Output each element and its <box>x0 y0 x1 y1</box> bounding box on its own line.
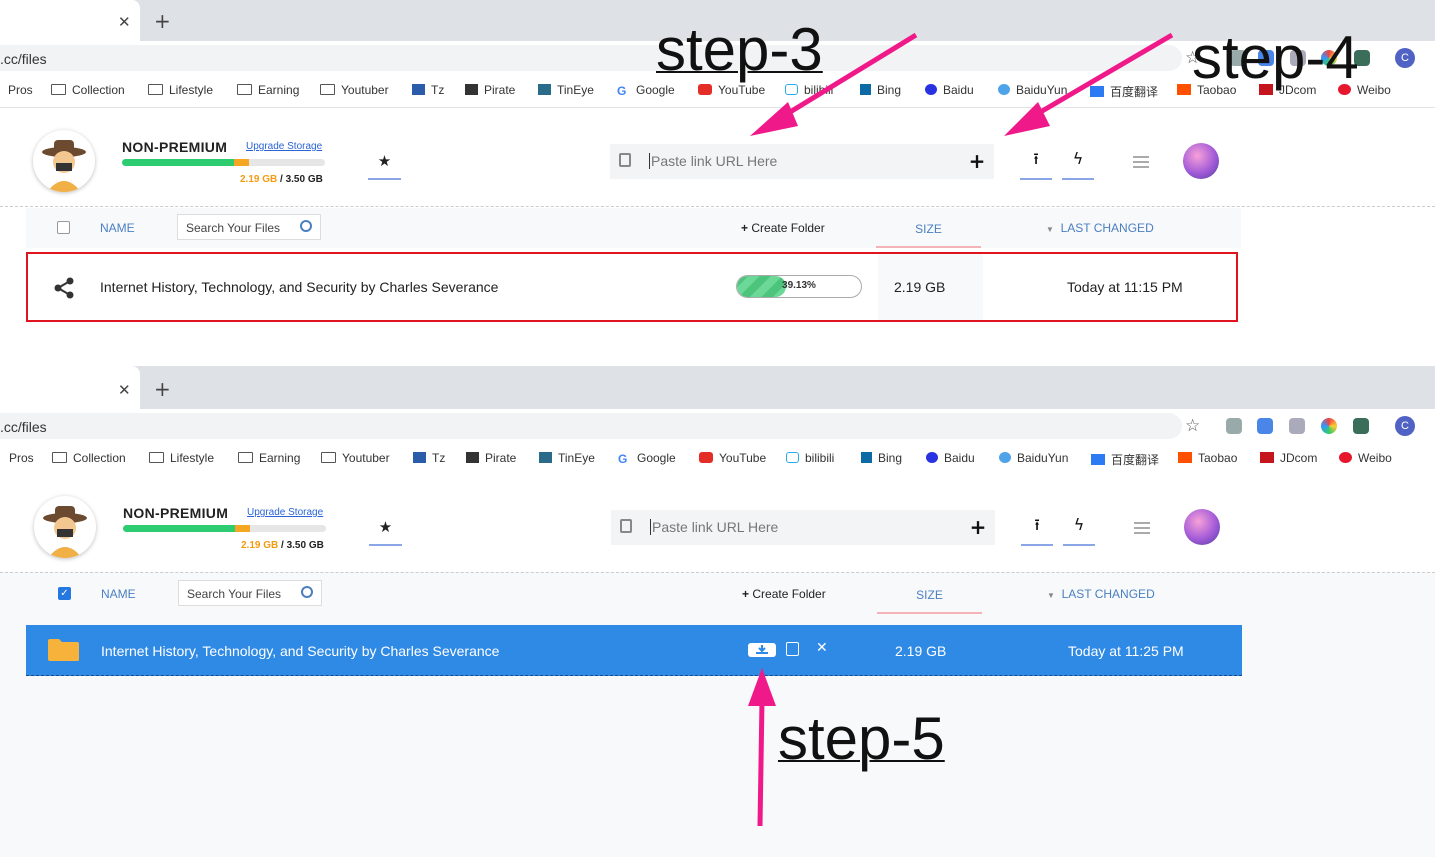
arrow-head-step-4 <box>1004 102 1050 136</box>
arrow-head-step-3 <box>750 102 798 136</box>
arrow-step-4 <box>1030 32 1174 120</box>
annotation-arrows <box>748 32 1174 827</box>
arrow-head-step-5 <box>748 668 776 706</box>
arrow-step-3 <box>780 32 918 120</box>
arrow-step-5 <box>757 699 765 827</box>
